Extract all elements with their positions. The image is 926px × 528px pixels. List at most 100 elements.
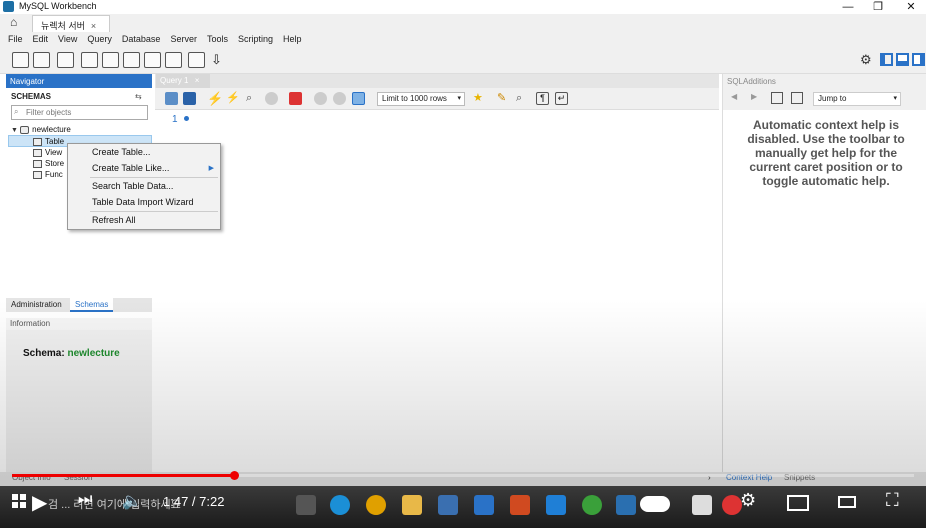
toggle-sidebar-icon[interactable] <box>880 53 893 66</box>
menu-help[interactable]: Help <box>278 32 307 47</box>
limit-rows-label: Limit to 1000 rows <box>382 94 447 103</box>
tree-item-stored-procedures[interactable]: Store <box>33 159 64 168</box>
close-icon[interactable]: ✕ <box>896 0 926 14</box>
information-header: Information <box>6 318 152 330</box>
menu-item-create-table[interactable]: Create Table... <box>68 145 220 161</box>
inspector-icon[interactable] <box>57 52 74 68</box>
chrome-browser-icon[interactable] <box>366 495 386 515</box>
file-explorer-icon[interactable] <box>402 495 422 515</box>
back-arrow-icon[interactable]: ◀ <box>731 92 737 101</box>
expand-arrow-icon[interactable]: ▼ <box>11 127 18 134</box>
word-wrap-icon[interactable]: ↵ <box>555 92 568 105</box>
create-function-icon[interactable] <box>165 52 182 68</box>
play-icon[interactable]: ▶ <box>32 490 47 515</box>
save-icon[interactable] <box>183 92 196 105</box>
connection-tab[interactable]: 뉴렉처 서버 × <box>32 15 110 32</box>
search-table-data-icon[interactable] <box>188 52 205 68</box>
menu-edit[interactable]: Edit <box>28 32 54 47</box>
subtitles-icon[interactable] <box>692 495 712 515</box>
settings-gear-icon[interactable]: ⚙ <box>860 52 872 68</box>
next-video-icon[interactable]: ⏭ <box>78 491 92 509</box>
refresh-schemas-icon[interactable]: ⇆ <box>135 92 142 101</box>
store-icon[interactable] <box>438 495 458 515</box>
create-view-icon[interactable] <box>123 52 140 68</box>
volume-icon[interactable]: 🔈 <box>122 491 142 511</box>
explain-icon[interactable]: ⌕ <box>246 92 259 105</box>
invisible-characters-icon[interactable]: ¶ <box>536 92 549 105</box>
filter-objects-input[interactable]: Filter objects <box>11 105 148 120</box>
tree-item-functions[interactable]: Func <box>33 170 63 179</box>
limit-rows-select[interactable]: Limit to 1000 rows ▾ <box>377 92 465 106</box>
menu-database[interactable]: Database <box>117 32 166 47</box>
settings-gear-icon[interactable]: ⚙ <box>740 490 756 511</box>
open-sql-script-icon[interactable] <box>33 52 50 68</box>
tree-item-views[interactable]: View <box>33 148 62 157</box>
procedures-folder-icon <box>33 159 42 168</box>
windows-start-icon[interactable] <box>12 494 26 508</box>
toggle-secondary-sidebar-icon[interactable] <box>912 53 925 66</box>
sql-editor[interactable]: 1 <box>155 110 719 472</box>
autoplay-toggle[interactable] <box>640 496 670 512</box>
tab-query-1[interactable]: Query 1 × <box>156 74 210 88</box>
add-snippet-star-icon[interactable]: ★ <box>473 92 486 105</box>
manual-help-icon[interactable] <box>771 92 783 104</box>
find-icon[interactable]: ⌕ <box>516 92 529 105</box>
toggle-error-icon[interactable] <box>289 92 302 105</box>
jump-to-select[interactable]: Jump to ▾ <box>813 92 901 106</box>
create-procedure-icon[interactable] <box>144 52 161 68</box>
theater-mode-icon[interactable] <box>838 496 856 508</box>
menu-view[interactable]: View <box>53 32 82 47</box>
menu-item-create-table-like[interactable]: Create Table Like... ▶ <box>68 161 220 177</box>
jump-to-label: Jump to <box>818 94 847 103</box>
create-table-icon[interactable] <box>102 52 119 68</box>
auto-help-icon[interactable] <box>791 92 803 104</box>
toggle-output-icon[interactable] <box>896 53 909 66</box>
mail-icon[interactable] <box>474 495 494 515</box>
menu-item-table-data-import-wizard[interactable]: Table Data Import Wizard <box>68 195 220 211</box>
create-schema-icon[interactable] <box>81 52 98 68</box>
close-tab-icon[interactable]: × <box>195 76 200 85</box>
tree-item-tables[interactable]: Table <box>33 137 64 146</box>
menu-query[interactable]: Query <box>82 32 117 47</box>
reconnect-icon[interactable]: ⇩ <box>211 52 228 68</box>
views-folder-icon <box>33 148 42 157</box>
menu-item-refresh-all[interactable]: Refresh All <box>68 213 220 229</box>
beautify-icon[interactable]: ✎ <box>497 92 510 105</box>
fullscreen-icon[interactable]: ⛶ <box>886 490 899 511</box>
spring-icon[interactable] <box>582 495 602 515</box>
sql-additions-header: SQLAdditions <box>723 74 926 88</box>
commit-icon[interactable] <box>314 92 327 105</box>
tree-item-label: Store <box>45 159 65 168</box>
task-view-icon[interactable] <box>296 495 316 515</box>
progress-scrubber-handle[interactable] <box>230 471 239 480</box>
office-icon[interactable] <box>510 495 530 515</box>
schema-newlecture[interactable]: ▼ newlecture <box>11 125 71 134</box>
edge-browser-icon[interactable] <box>330 495 350 515</box>
stop-icon[interactable] <box>265 92 278 105</box>
video-progress-fill <box>12 474 232 477</box>
minimize-icon[interactable]: — <box>833 0 863 14</box>
menu-item-search-table-data[interactable]: Search Table Data... <box>68 179 220 195</box>
menu-bar: File Edit View Query Database Server Tools Scri… <box>0 32 926 47</box>
menu-file[interactable]: File <box>0 32 28 47</box>
menu-scripting[interactable]: Scripting <box>233 32 278 47</box>
execute-lightning-icon[interactable]: ⚡ <box>207 92 223 105</box>
miniplayer-icon[interactable] <box>787 495 809 511</box>
open-file-icon[interactable] <box>165 92 178 105</box>
execute-current-statement-icon[interactable]: ⚡ <box>226 92 240 105</box>
menu-tools[interactable]: Tools <box>202 32 233 47</box>
vscode-icon[interactable] <box>546 495 566 515</box>
new-sql-tab-icon[interactable] <box>12 52 29 68</box>
forward-arrow-icon[interactable]: ▶ <box>751 92 757 101</box>
maximize-icon[interactable]: ❐ <box>863 0 893 14</box>
rollback-icon[interactable] <box>333 92 346 105</box>
tab-schemas[interactable]: Schemas <box>70 298 114 312</box>
record-icon[interactable] <box>722 495 742 515</box>
home-icon[interactable]: ⌂ <box>10 16 24 29</box>
autocommit-icon[interactable] <box>352 92 365 105</box>
information-panel: Schema: newlecture <box>6 330 152 472</box>
tab-administration[interactable]: Administration <box>6 298 67 312</box>
mysql-workbench-taskbar-icon[interactable] <box>616 495 636 515</box>
close-tab-icon[interactable]: × <box>91 21 96 31</box>
menu-server[interactable]: Server <box>165 32 202 47</box>
